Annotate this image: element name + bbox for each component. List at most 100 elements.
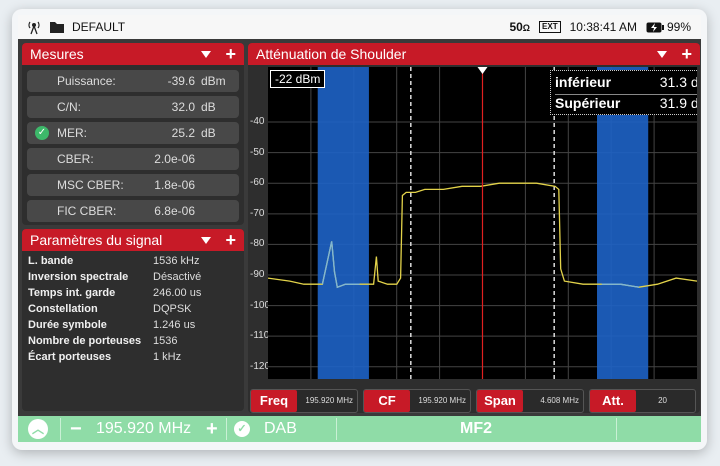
profile-name[interactable]: DEFAULT: [72, 20, 125, 34]
frequency-value[interactable]: 195.920 MHz: [96, 416, 191, 442]
y-tick-label: -60: [250, 177, 265, 189]
measure-row[interactable]: MSC CBER: 1.8e-06: [27, 174, 239, 196]
signal-params-header: Paramètres du signal +: [22, 229, 244, 251]
chevron-up-icon[interactable]: ︿: [28, 419, 48, 439]
measure-label: MER:: [57, 126, 87, 140]
measures-panel: Mesures + Puissance: -39.6 dBm C/N: 32.0 dB ✓ M…: [22, 43, 244, 225]
measure-value: 32.0 dB: [171, 100, 216, 114]
add-icon[interactable]: +: [225, 231, 236, 249]
signal-params-title: Paramètres du signal: [30, 232, 163, 248]
measure-label: FIC CBER:: [57, 204, 117, 218]
measures-header: Mesures +: [22, 43, 244, 65]
channel-value[interactable]: MF2: [336, 416, 616, 442]
param-key: Nombre de porteuses: [28, 335, 142, 347]
measure-value: 2.0e-06: [154, 152, 195, 166]
param-value: 1536: [153, 335, 178, 347]
parameter-buttons: Freq 195.920 MHz CF 195.920 MHz Span 4.6…: [248, 385, 700, 413]
folder-icon[interactable]: [49, 20, 65, 34]
bottom-bar: ︿ − 195.920 MHz + ✓ DAB MF2: [18, 416, 701, 442]
shoulder-band: [317, 67, 369, 379]
clock: 10:38:41 AM: [569, 20, 637, 34]
param-row: Durée symbole 1.246 us: [28, 319, 238, 335]
divider: [616, 418, 617, 440]
measure-value: 6.8e-06: [154, 204, 195, 218]
signal-params-panel: Paramètres du signal + L. bande 1536 kHz I…: [22, 229, 244, 411]
divider: [60, 418, 61, 440]
measure-label: Puissance:: [57, 74, 116, 88]
measure-value: -39.6 dBm: [167, 74, 226, 88]
cf-button[interactable]: CF 195.920 MHz: [363, 389, 471, 413]
spectrum-panel: Atténuation de Shoulder + -40 -50 -60 -70 -8…: [248, 43, 700, 413]
standard-selector[interactable]: ✓ DAB: [234, 416, 297, 442]
y-tick-label: -100: [250, 299, 271, 311]
measure-row[interactable]: Puissance: -39.6 dBm: [27, 70, 239, 92]
spectrum-title: Atténuation de Shoulder: [256, 46, 407, 62]
divider: [226, 418, 227, 440]
measure-row[interactable]: CBER: 2.0e-06: [27, 148, 239, 170]
decrease-frequency-button[interactable]: −: [70, 416, 82, 442]
y-tick-label: -50: [250, 146, 265, 158]
param-value: 1 kHz: [153, 351, 182, 363]
add-icon[interactable]: +: [225, 45, 236, 63]
screen: DEFAULT 50Ω EXT 10:38:41 AM 99% Mesures …: [18, 15, 701, 442]
param-key: Constellation: [28, 303, 98, 315]
battery: 99%: [646, 20, 691, 34]
param-key: Durée symbole: [28, 319, 107, 331]
ext-badge: EXT: [539, 21, 561, 33]
standard-label: DAB: [264, 420, 297, 437]
spectrum-plot[interactable]: -22 dBm inférieur 31.3 dB Supérieur 31.9…: [268, 67, 697, 379]
param-row: Inversion spectrale Désactivé: [28, 271, 238, 287]
param-row: Écart porteuses 1 kHz: [28, 351, 238, 367]
att-button[interactable]: Att. 20: [589, 389, 696, 413]
reference-level[interactable]: -22 dBm: [270, 70, 326, 88]
check-icon: ✓: [234, 421, 250, 437]
y-tick-label: -40: [250, 116, 265, 128]
measure-row[interactable]: ✓ MER: 25.2 dB: [27, 122, 239, 144]
device-frame: DEFAULT 50Ω EXT 10:38:41 AM 99% Mesures …: [12, 9, 707, 450]
param-row: Temps int. garde 246.00 us: [28, 287, 238, 303]
increase-frequency-button[interactable]: +: [206, 416, 218, 442]
measure-row[interactable]: C/N: 32.0 dB: [27, 96, 239, 118]
param-row: L. bande 1536 kHz: [28, 255, 238, 271]
attenuation-readout: inférieur 31.3 dB Supérieur 31.9 dB: [550, 70, 697, 115]
param-value: 1.246 us: [153, 319, 196, 331]
chevron-down-icon[interactable]: [201, 236, 212, 244]
measure-label: CBER:: [57, 152, 94, 166]
y-tick-label: -110: [250, 330, 270, 342]
param-value: Désactivé: [153, 271, 202, 283]
freq-button[interactable]: Freq 195.920 MHz: [250, 389, 358, 413]
param-row: Constellation DQPSK: [28, 303, 238, 319]
impedance: 50Ω: [509, 20, 531, 34]
measure-value: 1.8e-06: [154, 178, 195, 192]
collapse-button[interactable]: ︿: [28, 416, 48, 442]
span-button[interactable]: Span 4.608 MHz: [476, 389, 584, 413]
y-tick-label: -120: [250, 360, 271, 372]
measures-title: Mesures: [30, 46, 84, 62]
measure-row[interactable]: FIC CBER: 6.8e-06: [27, 200, 239, 222]
upper-attenuation: Supérieur 31.9 dB: [555, 95, 697, 111]
y-tick-label: -80: [250, 238, 265, 250]
y-tick-label: -90: [250, 269, 265, 280]
lower-attenuation: inférieur 31.3 dB: [555, 74, 697, 90]
y-tick-label: -70: [250, 207, 265, 219]
status-bar: DEFAULT 50Ω EXT 10:38:41 AM 99%: [18, 15, 701, 39]
param-value: DQPSK: [153, 303, 192, 315]
measure-label: C/N:: [57, 100, 81, 114]
antenna-icon: [28, 21, 40, 35]
add-icon[interactable]: +: [681, 45, 692, 63]
measure-label: MSC CBER:: [57, 178, 124, 192]
check-icon: ✓: [35, 126, 49, 140]
measure-value: 25.2 dB: [171, 126, 216, 140]
param-key: Écart porteuses: [28, 351, 112, 363]
param-row: Nombre de porteuses 1536: [28, 335, 238, 351]
spectrum-header: Atténuation de Shoulder +: [248, 43, 700, 65]
chevron-down-icon[interactable]: [201, 50, 212, 58]
param-value: 246.00 us: [153, 287, 202, 299]
param-key: L. bande: [28, 255, 74, 267]
battery-charging-icon: [646, 22, 664, 32]
param-key: Inversion spectrale: [28, 271, 129, 283]
marker-triangle-icon: [477, 67, 488, 74]
chevron-down-icon[interactable]: [657, 50, 668, 58]
param-value: 1536 kHz: [153, 255, 200, 267]
param-key: Temps int. garde: [28, 287, 116, 299]
